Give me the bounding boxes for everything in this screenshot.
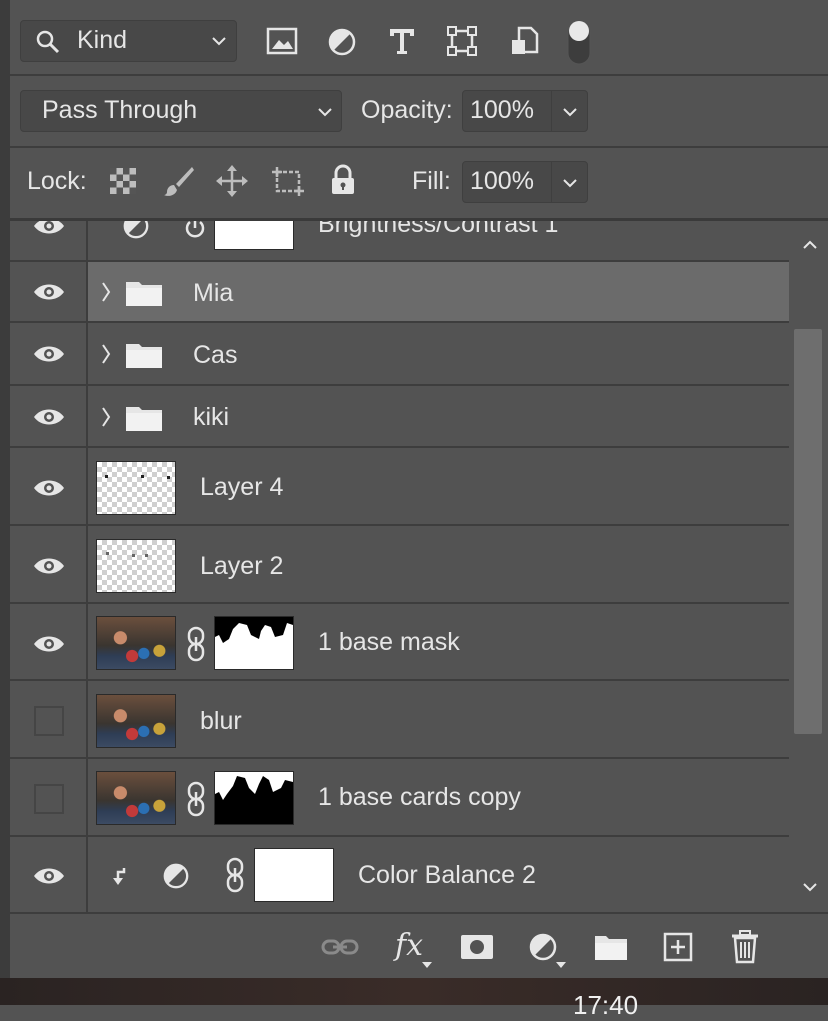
layer-row-blur[interactable]: blur: [10, 681, 789, 757]
layer-thumbnail[interactable]: [96, 616, 176, 670]
fill-value: 100%: [470, 167, 534, 195]
visibility-eye-icon[interactable]: [33, 343, 65, 365]
opacity-chevron-down-icon[interactable]: [562, 106, 578, 118]
layer-row-kiki[interactable]: kiki: [10, 386, 789, 446]
chevron-down-icon: [211, 35, 227, 47]
taskbar-clock: 17:40: [573, 990, 639, 1020]
dropdown-triangle-icon: [556, 962, 566, 968]
group-expand-chevron-icon[interactable]: [101, 281, 111, 303]
filter-toggle-switch[interactable]: [566, 18, 592, 66]
layers-list: Brightness/Contrast 1 Mia Cas kiki Layer…: [0, 221, 828, 912]
layer-thumbnail[interactable]: [96, 461, 176, 515]
layer-name: Brightness/Contrast 1: [318, 221, 559, 238]
new-fill-adjustment-layer-icon[interactable]: [528, 932, 558, 962]
filter-kind-label: Kind: [77, 26, 128, 54]
adjustment-layer-filter-icon[interactable]: [327, 27, 357, 57]
layers-footer-toolbar: fx: [10, 912, 828, 980]
scroll-down-chevron-icon[interactable]: [802, 881, 818, 893]
chevron-down-icon: [317, 106, 333, 118]
shape-layer-filter-icon[interactable]: [447, 26, 477, 56]
adjustment-layer-icon: [162, 862, 190, 890]
mask-link-chain-icon[interactable]: [185, 626, 207, 662]
layer-name: Color Balance 2: [358, 861, 536, 889]
filter-kind-select[interactable]: Kind: [20, 20, 237, 62]
layer-row-layer-2[interactable]: Layer 2: [10, 526, 789, 602]
add-layer-style-fx-button[interactable]: fx: [395, 928, 423, 963]
mask-link-chain-icon[interactable]: [224, 857, 246, 893]
link-layers-icon[interactable]: [321, 934, 359, 960]
layer-thumbnail[interactable]: [96, 539, 176, 593]
folder-icon: [125, 279, 163, 307]
fill-chevron-down-icon[interactable]: [562, 177, 578, 189]
opacity-label: Opacity:: [361, 96, 453, 124]
pixel-layer-filter-icon[interactable]: [266, 27, 298, 55]
layer-name: Cas: [193, 341, 238, 369]
opacity-value: 100%: [470, 96, 534, 124]
visibility-eye-icon[interactable]: [33, 865, 65, 887]
layer-name: Mia: [193, 279, 234, 307]
layer-name: Layer 4: [200, 473, 284, 501]
layer-name: kiki: [193, 403, 230, 431]
smart-object-filter-icon[interactable]: [509, 26, 539, 56]
visibility-eye-icon[interactable]: [33, 221, 65, 237]
visibility-eye-icon[interactable]: [33, 406, 65, 428]
layer-mask-thumbnail[interactable]: [214, 771, 294, 825]
lock-artboard-icon[interactable]: [270, 164, 306, 198]
visibility-empty-checkbox[interactable]: [34, 784, 64, 814]
visibility-eye-icon[interactable]: [33, 633, 65, 655]
layer-mask-thumbnail[interactable]: [254, 848, 334, 902]
layer-row-brightness-contrast[interactable]: Brightness/Contrast 1: [10, 221, 789, 260]
new-group-folder-icon[interactable]: [594, 934, 628, 962]
layer-row-1-base-mask[interactable]: 1 base mask: [10, 604, 789, 679]
search-icon: [35, 29, 61, 55]
layers-scrollbar[interactable]: [790, 221, 828, 911]
blend-mode-value: Pass Through: [42, 96, 198, 124]
layer-row-color-balance-2[interactable]: Color Balance 2: [10, 837, 789, 912]
delete-layer-trash-icon[interactable]: [731, 930, 759, 964]
add-layer-mask-icon[interactable]: [460, 934, 494, 960]
adjustment-layer-icon: [122, 221, 150, 240]
opacity-input[interactable]: 100%: [462, 90, 588, 132]
layer-row-layer-4[interactable]: Layer 4: [10, 448, 789, 524]
new-layer-icon[interactable]: [663, 932, 693, 962]
layer-row-mia[interactable]: Mia: [10, 262, 789, 321]
layer-name: blur: [200, 707, 242, 735]
visibility-eye-icon[interactable]: [33, 555, 65, 577]
lock-transparent-pixels-icon[interactable]: [109, 167, 137, 195]
visibility-empty-checkbox[interactable]: [34, 706, 64, 736]
visibility-eye-icon[interactable]: [33, 281, 65, 303]
layer-mask-thumbnail[interactable]: [214, 221, 294, 250]
blend-mode-select[interactable]: Pass Through: [20, 90, 342, 132]
fill-input[interactable]: 100%: [462, 161, 588, 203]
mask-link-chain-icon[interactable]: [185, 781, 207, 817]
dropdown-triangle-icon: [422, 962, 432, 968]
fill-label: Fill:: [412, 167, 451, 195]
lock-image-pixels-brush-icon[interactable]: [162, 164, 196, 198]
scrollbar-thumb[interactable]: [794, 329, 822, 734]
lock-position-move-icon[interactable]: [215, 164, 249, 198]
layer-row-1-base-cards-copy[interactable]: 1 base cards copy: [10, 759, 789, 835]
layer-thumbnail[interactable]: [96, 694, 176, 748]
folder-icon: [125, 341, 163, 369]
layer-name: 1 base mask: [318, 628, 460, 656]
lock-label: Lock:: [27, 167, 87, 195]
lock-all-icon[interactable]: [330, 164, 356, 196]
visibility-eye-icon[interactable]: [33, 477, 65, 499]
layer-mask-thumbnail[interactable]: [214, 616, 294, 670]
clipping-mask-arrow-icon: [110, 866, 130, 886]
layer-row-cas[interactable]: Cas: [10, 323, 789, 384]
layer-name: 1 base cards copy: [318, 783, 521, 811]
scroll-up-chevron-icon[interactable]: [802, 239, 818, 251]
layer-thumbnail[interactable]: [96, 771, 176, 825]
system-taskbar: 17:40: [0, 978, 828, 1020]
layer-name: Layer 2: [200, 552, 284, 580]
power-icon: [184, 221, 206, 240]
group-expand-chevron-icon[interactable]: [101, 343, 111, 365]
group-expand-chevron-icon[interactable]: [101, 406, 111, 428]
folder-icon: [125, 404, 163, 432]
type-layer-filter-icon[interactable]: [388, 27, 416, 55]
